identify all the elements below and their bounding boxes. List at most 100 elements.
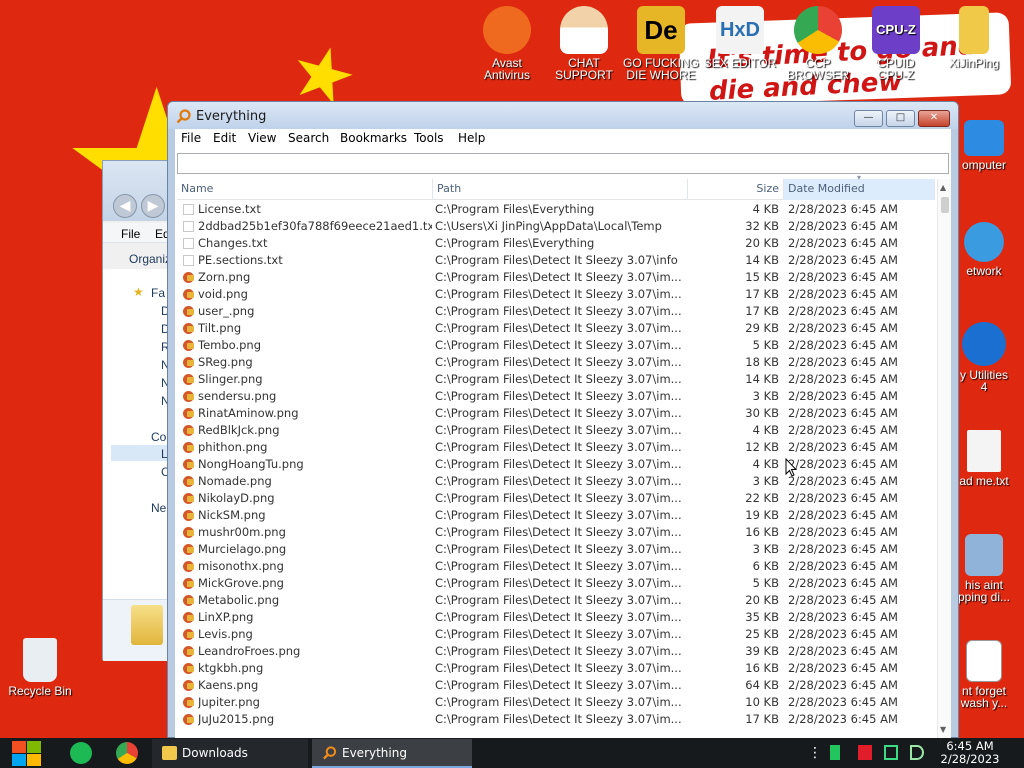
- scroll-up-arrow-icon[interactable]: ▲: [940, 183, 946, 192]
- table-row[interactable]: Levis.png C:\Program Files\Detect It Slee…: [177, 626, 935, 643]
- explorer-organize-button[interactable]: Organiz: [129, 252, 171, 266]
- table-row[interactable]: Tilt.png C:\Program Files\Detect It Sleez…: [177, 320, 935, 337]
- cell-path: C:\Program Files\Detect It Sleezy 3.07\i…: [435, 678, 681, 692]
- cell-name: Murcielago.png: [198, 542, 287, 556]
- battery-tray-icon[interactable]: [830, 745, 840, 760]
- start-button[interactable]: [10, 738, 44, 768]
- desktop-icon-recycle-bin[interactable]: Recycle Bin: [0, 638, 80, 697]
- column-header-date-modified[interactable]: Date Modified: [784, 179, 935, 200]
- scrollbar-thumb[interactable]: [941, 197, 949, 213]
- menu-help[interactable]: Help: [458, 131, 485, 145]
- table-row[interactable]: user_.png C:\Program Files\Detect It Slee…: [177, 303, 935, 320]
- cell-name: Changes.txt: [198, 236, 268, 250]
- back-button[interactable]: ◀: [113, 194, 137, 218]
- explorer-menu-file[interactable]: File: [121, 227, 140, 241]
- table-row[interactable]: phithon.png C:\Program Files\Detect It Sl…: [177, 439, 935, 456]
- table-row[interactable]: RinatAminow.png C:\Program Files\Detect I…: [177, 405, 935, 422]
- menu-file[interactable]: File: [181, 131, 201, 145]
- desktop-icon-die[interactable]: De GO FUCKING DIE WHORE: [621, 6, 701, 81]
- cell-date: 2/28/2023 6:45 AM: [788, 304, 898, 318]
- table-row[interactable]: Nomade.png C:\Program Files\Detect It Sle…: [177, 473, 935, 490]
- everything-client-area: File Edit View Search Bookmarks Tools He…: [175, 129, 951, 738]
- menu-search[interactable]: Search: [288, 131, 329, 145]
- results-list[interactable]: License.txt C:\Program Files\Everything 4 …: [177, 201, 935, 738]
- desktop-icon-hxd[interactable]: HxD SEX EDITOR: [700, 6, 780, 69]
- spotify-icon[interactable]: [70, 742, 92, 764]
- everything-window[interactable]: Everything — □ ✕ File Edit View Search B…: [167, 101, 959, 738]
- taskbar-item-everything[interactable]: Everything: [312, 739, 472, 768]
- png-file-icon: [183, 476, 194, 487]
- table-row[interactable]: MickGrove.png C:\Program Files\Detect It …: [177, 575, 935, 592]
- taskbar-item-label: Everything: [342, 746, 407, 760]
- explorer-window-background[interactable]: ◀ ▶ File Ed Organiz ★ Fa D D R N N N Co …: [102, 160, 173, 661]
- volume-tray-icon[interactable]: [910, 745, 924, 760]
- desktop-icon-browser[interactable]: CCP BROWSER: [778, 6, 858, 81]
- cell-size: 17 KB: [745, 287, 779, 301]
- table-row[interactable]: sendersu.png C:\Program Files\Detect It S…: [177, 388, 935, 405]
- desktop-icon-user-folder[interactable]: XiJinPing: [934, 6, 1014, 69]
- menu-view[interactable]: View: [248, 131, 276, 145]
- close-button[interactable]: ✕: [918, 110, 950, 127]
- menu-tools[interactable]: Tools: [414, 131, 444, 145]
- table-row[interactable]: Metabolic.png C:\Program Files\Detect It …: [177, 592, 935, 609]
- table-row[interactable]: SReg.png C:\Program Files\Detect It Sleez…: [177, 354, 935, 371]
- minimize-button[interactable]: —: [854, 110, 883, 127]
- table-row[interactable]: Murcielago.png C:\Program Files\Detect It…: [177, 541, 935, 558]
- tray-overflow-icon[interactable]: ⋮: [808, 744, 822, 762]
- cell-date: 2/28/2023 6:45 AM: [788, 508, 898, 522]
- table-row[interactable]: Slinger.png C:\Program Files\Detect It Sl…: [177, 371, 935, 388]
- table-row[interactable]: JuJu2015.png C:\Program Files\Detect It S…: [177, 711, 935, 728]
- cell-date: 2/28/2023 6:45 AM: [788, 202, 898, 216]
- die-icon: De: [637, 6, 685, 54]
- desktop-icon-cpuz[interactable]: CPU-Z CPUID CPU-Z: [856, 6, 936, 81]
- table-row[interactable]: Zorn.png C:\Program Files\Detect It Sleez…: [177, 269, 935, 286]
- cell-path: C:\Program Files\Detect It Sleezy 3.07\i…: [435, 355, 681, 369]
- desktop-icon-avast[interactable]: Avast Antivirus: [467, 6, 547, 81]
- network-tray-icon[interactable]: [884, 745, 898, 760]
- table-row[interactable]: LeandroFroes.png C:\Program Files\Detect …: [177, 643, 935, 660]
- menubar: File Edit View Search Bookmarks Tools He…: [175, 129, 951, 149]
- column-header-name[interactable]: Name: [177, 179, 433, 200]
- maximize-button[interactable]: □: [886, 110, 915, 127]
- everything-titlebar[interactable]: Everything — □ ✕: [168, 102, 958, 129]
- chrome-taskbar-icon[interactable]: [116, 742, 138, 764]
- table-row[interactable]: NikolayD.png C:\Program Files\Detect It S…: [177, 490, 935, 507]
- table-row[interactable]: NongHoangTu.png C:\Program Files\Detect I…: [177, 456, 935, 473]
- search-input[interactable]: [177, 153, 949, 174]
- table-row[interactable]: Kaens.png C:\Program Files\Detect It Slee…: [177, 677, 935, 694]
- forward-button[interactable]: ▶: [141, 194, 165, 218]
- vertical-scrollbar[interactable]: ▲ ▼: [937, 179, 951, 738]
- cell-path: C:\Program Files\Detect It Sleezy 3.07\i…: [435, 525, 681, 539]
- column-header-path[interactable]: Path: [433, 179, 688, 200]
- cell-size: 3 KB: [752, 474, 779, 488]
- system-clock[interactable]: 6:45 AM 2/28/2023: [930, 740, 1010, 766]
- table-row[interactable]: RedBlkJck.png C:\Program Files\Detect It …: [177, 422, 935, 439]
- flag-tray-icon[interactable]: [858, 745, 872, 760]
- table-row[interactable]: misonothx.png C:\Program Files\Detect It …: [177, 558, 935, 575]
- table-row[interactable]: Jupiter.png C:\Program Files\Detect It Sl…: [177, 694, 935, 711]
- cell-date: 2/28/2023 6:45 AM: [788, 236, 898, 250]
- menu-edit[interactable]: Edit: [213, 131, 236, 145]
- table-row[interactable]: NickSM.png C:\Program Files\Detect It Sle…: [177, 507, 935, 524]
- drive-icon: [965, 534, 1003, 576]
- table-row[interactable]: Tembo.png C:\Program Files\Detect It Slee…: [177, 337, 935, 354]
- table-row[interactable]: mushr00m.png C:\Program Files\Detect It S…: [177, 524, 935, 541]
- table-row[interactable]: License.txt C:\Program Files\Everything 4 …: [177, 201, 935, 218]
- cell-path: C:\Program Files\Detect It Sleezy 3.07\i…: [435, 423, 681, 437]
- menu-bookmarks[interactable]: Bookmarks: [340, 131, 407, 145]
- table-row[interactable]: LinXP.png C:\Program Files\Detect It Slee…: [177, 609, 935, 626]
- taskbar-item-downloads[interactable]: Downloads: [152, 739, 308, 768]
- table-row[interactable]: 2ddbad25b1ef30fa788f69eece21aed1.txt C:\U…: [177, 218, 935, 235]
- table-row[interactable]: ktgkbh.png C:\Program Files\Detect It Sle…: [177, 660, 935, 677]
- cell-size: 6 KB: [752, 559, 779, 573]
- explorer-nav-computer[interactable]: Co: [151, 430, 166, 444]
- desktop-icon-chat-support[interactable]: CHAT SUPPORT: [544, 6, 624, 81]
- scroll-down-arrow-icon[interactable]: ▼: [940, 725, 946, 734]
- explorer-nav-network[interactable]: Ne: [151, 501, 166, 515]
- table-row[interactable]: Changes.txt C:\Program Files\Everything 20…: [177, 235, 935, 252]
- png-file-icon: [183, 306, 194, 317]
- table-row[interactable]: void.png C:\Program Files\Detect It Sleez…: [177, 286, 935, 303]
- table-row[interactable]: PE.sections.txt C:\Program Files\Detect I…: [177, 252, 935, 269]
- explorer-nav-favorites[interactable]: Fa: [151, 286, 165, 300]
- column-header-size[interactable]: Size: [688, 179, 784, 200]
